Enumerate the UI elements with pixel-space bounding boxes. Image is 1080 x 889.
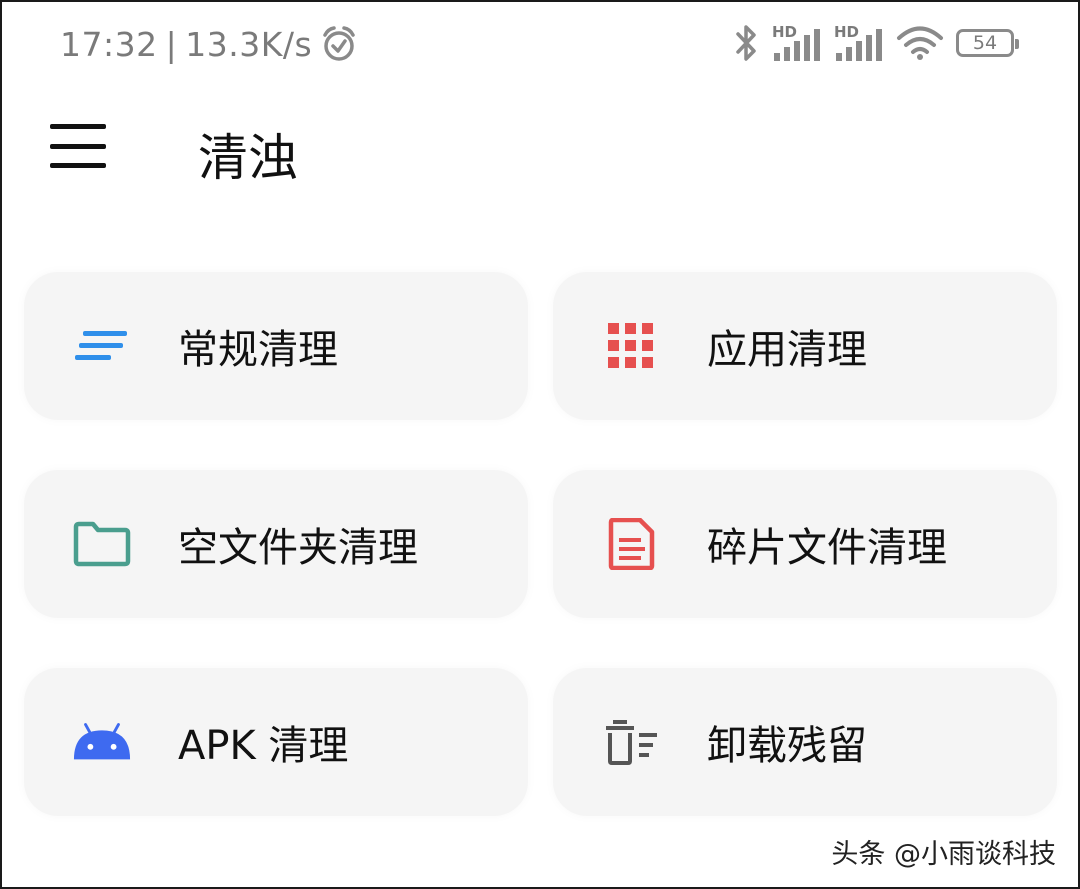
grid-icon bbox=[601, 316, 661, 376]
battery-level: 54 bbox=[972, 32, 998, 54]
card-app-clean[interactable]: 应用清理 bbox=[553, 272, 1057, 420]
wifi-icon bbox=[896, 25, 944, 61]
signal-icon: HD bbox=[772, 23, 822, 63]
card-label: 卸载残留 bbox=[707, 723, 867, 769]
card-label: APK 清理 bbox=[178, 723, 349, 769]
watermark: 头条 @小雨谈科技 bbox=[831, 839, 1056, 870]
lines-icon bbox=[72, 316, 132, 376]
status-net-speed: 13.3K/s bbox=[185, 24, 313, 64]
status-separator: | bbox=[165, 24, 178, 64]
hamburger-menu-icon[interactable] bbox=[50, 124, 106, 168]
status-bar: 17:32 | 13.3K/s HD HD 54 bbox=[0, 0, 1080, 88]
folder-icon bbox=[72, 514, 132, 574]
card-empty-folder-clean[interactable]: 空文件夹清理 bbox=[24, 470, 528, 618]
card-label: 碎片文件清理 bbox=[707, 525, 947, 571]
page-title: 清浊 bbox=[198, 129, 298, 187]
card-label: 常规清理 bbox=[178, 327, 338, 373]
card-label: 应用清理 bbox=[707, 327, 867, 373]
alarm-icon bbox=[320, 25, 358, 63]
signal-icon: HD bbox=[834, 23, 884, 63]
card-uninstall-residue[interactable]: 卸载残留 bbox=[553, 668, 1057, 816]
card-general-clean[interactable]: 常规清理 bbox=[24, 272, 528, 420]
status-right: HD HD 54 bbox=[734, 20, 1019, 66]
status-time: 17:32 bbox=[60, 24, 158, 64]
document-icon bbox=[601, 514, 661, 574]
card-apk-clean[interactable]: APK 清理 bbox=[24, 668, 528, 816]
android-icon bbox=[72, 712, 132, 772]
bluetooth-icon bbox=[734, 23, 760, 63]
card-fragment-file-clean[interactable]: 碎片文件清理 bbox=[553, 470, 1057, 618]
trash-list-icon bbox=[601, 712, 661, 772]
battery-icon: 54 bbox=[956, 29, 1019, 57]
status-left: 17:32 | 13.3K/s bbox=[60, 22, 358, 66]
card-label: 空文件夹清理 bbox=[178, 525, 418, 571]
